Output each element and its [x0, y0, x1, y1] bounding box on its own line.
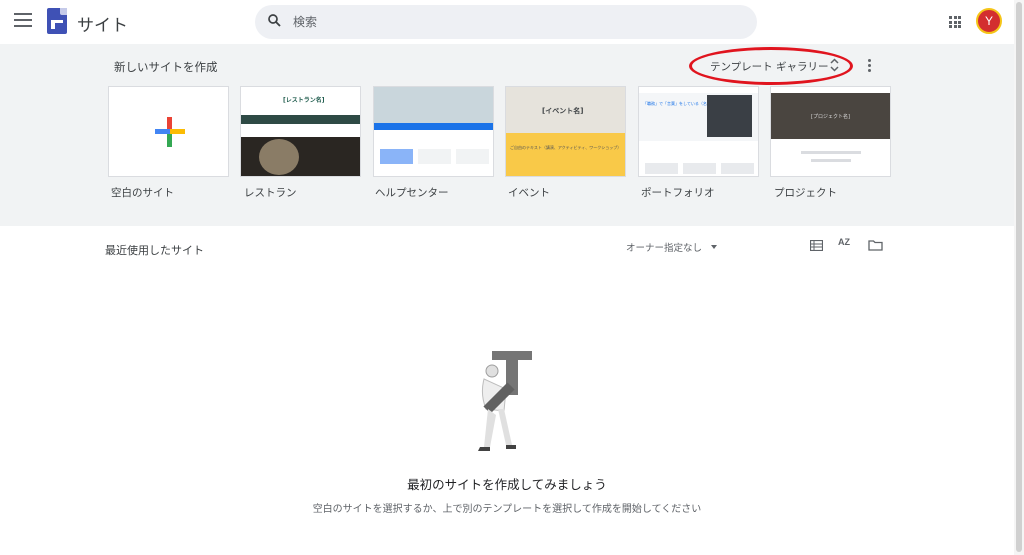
scrollbar-thumb[interactable] [1016, 2, 1022, 552]
project-preview-line-2 [811, 159, 851, 162]
sort-az-icon[interactable]: AZ [838, 237, 854, 253]
colorful-plus-icon-bar [155, 129, 185, 134]
template-restaurant[interactable]: [レストラン名] [240, 86, 361, 177]
restaurant-preview-bar [241, 115, 360, 124]
dropdown-caret-icon[interactable] [711, 245, 717, 249]
empty-state-illustration [478, 351, 532, 451]
portfolio-preview-card [645, 163, 678, 174]
owner-filter-dropdown[interactable]: オーナー指定なし [626, 240, 702, 254]
empty-state-title: 最初のサイトを作成してみましょう [407, 477, 607, 492]
restaurant-preview-heading: [レストラン名] [283, 97, 325, 104]
template-label-event[interactable]: イベント [508, 185, 550, 200]
event-preview-text: ご自由のテキスト（講演、アクティビティ、ワークショップ） [510, 145, 622, 150]
template-label-project[interactable]: プロジェクト [774, 185, 837, 200]
template-label-portfolio[interactable]: ポートフォリオ [641, 185, 715, 200]
help-center-preview-card-2 [418, 149, 451, 164]
help-center-preview-card [380, 149, 413, 164]
more-vert-icon[interactable] [866, 59, 872, 73]
event-preview-heading: [イベント名] [542, 107, 584, 115]
portfolio-preview-photo [707, 95, 752, 137]
search-box[interactable] [255, 5, 757, 39]
portfolio-preview-card-3 [721, 163, 754, 174]
account-avatar[interactable]: Y [976, 8, 1002, 34]
template-event[interactable]: [イベント名] ご自由のテキスト（講演、アクティビティ、ワークショップ） [505, 86, 626, 177]
help-center-preview-bar [374, 123, 493, 130]
template-portfolio[interactable]: 「職務」で「言葉」をしている（名前）です。 [638, 86, 759, 177]
template-label-blank[interactable]: 空白のサイト [111, 185, 174, 200]
search-input[interactable] [293, 12, 733, 32]
create-site-heading: 新しいサイトを作成 [114, 60, 218, 74]
template-label-restaurant[interactable]: レストラン [244, 185, 297, 200]
search-icon[interactable] [268, 14, 281, 27]
empty-state-subtitle: 空白のサイトを選択するか、上で別のテンプレートを選択して作成を開始してください [312, 504, 702, 515]
google-sites-logo-icon[interactable] [47, 8, 67, 34]
help-center-preview-card-3 [456, 149, 489, 164]
restaurant-preview-plate [259, 139, 299, 175]
folder-icon[interactable] [868, 239, 883, 251]
apps-grid-icon[interactable] [949, 16, 961, 28]
template-help-center[interactable] [373, 86, 494, 177]
recent-sites-heading: 最近使用したサイト [105, 244, 204, 257]
hamburger-menu-icon[interactable] [14, 13, 32, 29]
event-preview-band [506, 133, 625, 176]
template-blank-site[interactable] [108, 86, 229, 177]
list-view-icon[interactable] [810, 240, 823, 251]
help-center-preview-hero [374, 87, 493, 123]
template-label-help-center[interactable]: ヘルプセンター [375, 185, 449, 200]
template-project[interactable]: [プロジェクト名] [770, 86, 891, 177]
app-title[interactable]: サイト [77, 11, 128, 36]
project-preview-line [801, 151, 861, 154]
template-gallery-button-highlight[interactable] [689, 47, 853, 85]
portfolio-preview-card-2 [683, 163, 716, 174]
top-app-bar: サイト Y [0, 0, 1014, 44]
project-preview-heading: [プロジェクト名] [811, 114, 850, 120]
